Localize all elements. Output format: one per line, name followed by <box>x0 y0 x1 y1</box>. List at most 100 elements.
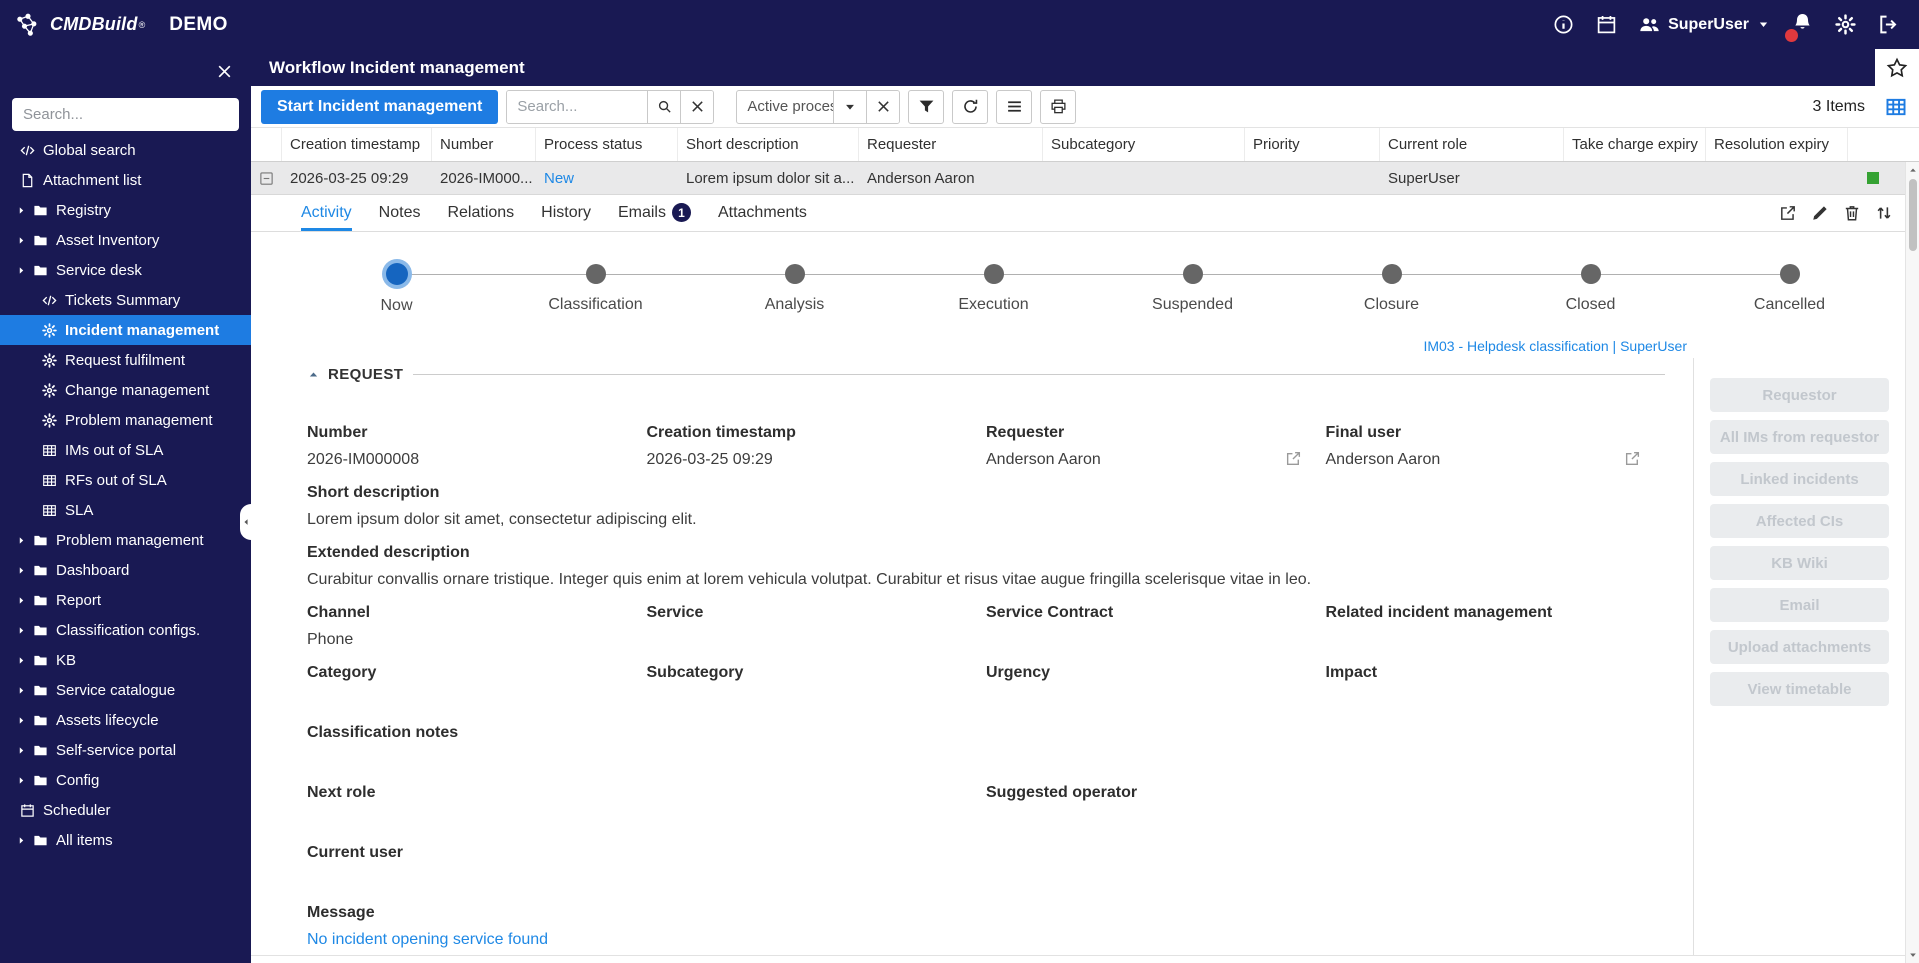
sidebar-item-label: Classification configs. <box>56 621 201 639</box>
gear-icon[interactable] <box>1835 14 1856 35</box>
column-header-resolution-expiry[interactable]: Resolution expiry <box>1706 128 1848 161</box>
side-action-kb-wiki[interactable]: KB Wiki <box>1710 546 1889 580</box>
sidebar-item-attachment-list[interactable]: Attachment list <box>0 165 251 195</box>
sidebar-item-ims-out-of-sla[interactable]: IMs out of SLA <box>0 435 251 465</box>
column-header-priority[interactable]: Priority <box>1245 128 1380 161</box>
tab-emails[interactable]: Emails 1 <box>618 195 691 231</box>
calendar-icon[interactable] <box>1596 14 1617 35</box>
logout-icon[interactable] <box>1878 14 1899 35</box>
sidebar-item-report[interactable]: Report <box>0 585 251 615</box>
field-value-text[interactable]: No incident opening service found <box>307 930 548 949</box>
side-action-all-ims-from-requestor[interactable]: All IMs from requestor <box>1710 420 1889 454</box>
scrollbar-thumb[interactable] <box>1908 179 1917 251</box>
sidebar-item-request-fulfilment[interactable]: Request fulfilment <box>0 345 251 375</box>
list-view-button[interactable] <box>996 89 1033 124</box>
sidebar-close-icon[interactable] <box>216 63 233 80</box>
sidebar-item-all-items[interactable]: All items <box>0 825 251 855</box>
sidebar-item-asset-inventory[interactable]: Asset Inventory <box>0 225 251 255</box>
table-row[interactable]: 2026-03-25 09:29 2026-IM000... New Lorem ip… <box>251 162 1905 195</box>
sort-icon[interactable] <box>1875 204 1893 222</box>
sidebar-item-rfs-out-of-sla[interactable]: RFs out of SLA <box>0 465 251 495</box>
sidebar-item-incident-management[interactable]: Incident management <box>0 315 251 345</box>
clear-search-button[interactable] <box>680 90 714 123</box>
sidebar-item-service-catalogue[interactable]: Service catalogue <box>0 675 251 705</box>
side-action-upload-attachments[interactable]: Upload attachments <box>1710 630 1889 664</box>
sidebar-item-classification-configs[interactable]: Classification configs. <box>0 615 251 645</box>
field-value: 2026-03-25 09:29 <box>647 450 963 469</box>
search-button[interactable] <box>647 90 681 123</box>
tab-notes[interactable]: Notes <box>379 195 421 231</box>
start-incident-button[interactable]: Start Incident management <box>261 89 499 124</box>
notifications-button[interactable] <box>1785 12 1813 42</box>
step-closure: Closure <box>1292 250 1491 322</box>
field-classification-notes: Classification notes <box>307 723 1665 769</box>
field-extended-description: Extended description Curabitur convallis … <box>307 543 1665 589</box>
sidebar-item-tickets-summary[interactable]: Tickets Summary <box>0 285 251 315</box>
field-creation-timestamp: Creation timestamp 2026-03-25 09:29 <box>647 423 987 469</box>
step-cancelled: Cancelled <box>1690 250 1889 322</box>
sidebar-item-change-management[interactable]: Change management <box>0 375 251 405</box>
process-filter-value[interactable]: Active processes <box>737 91 833 123</box>
column-header-number[interactable]: Number <box>432 128 536 161</box>
scroll-up-icon[interactable] <box>1908 165 1918 175</box>
sidebar-item-self-service-portal[interactable]: Self-service portal <box>0 735 251 765</box>
filter-button[interactable] <box>908 89 945 124</box>
grid-icon[interactable] <box>1885 96 1907 118</box>
tab-activity[interactable]: Activity <box>301 195 352 231</box>
column-header-short-description[interactable]: Short description <box>678 128 859 161</box>
column-header-process-status[interactable]: Process status <box>536 128 678 161</box>
sidebar-item-problem-management[interactable]: Problem management <box>0 405 251 435</box>
edit-icon[interactable] <box>1811 204 1829 222</box>
info-icon[interactable] <box>1553 14 1574 35</box>
sidebar-item-label: Problem management <box>56 531 204 549</box>
detail-scrollbar[interactable] <box>1905 162 1919 963</box>
users-icon <box>1639 14 1660 35</box>
refresh-button[interactable] <box>952 89 989 124</box>
tab-attachments[interactable]: Attachments <box>718 195 807 231</box>
sidebar-item-registry[interactable]: Registry <box>0 195 251 225</box>
grid-search-input[interactable] <box>507 90 648 123</box>
request-section-header[interactable]: REQUEST <box>307 366 1665 383</box>
external-link-icon[interactable] <box>1624 450 1641 467</box>
favorite-button[interactable] <box>1875 49 1919 86</box>
sidebar-collapse-handle[interactable] <box>240 504 251 540</box>
sidebar-item-service-desk[interactable]: Service desk <box>0 255 251 285</box>
side-action-requestor[interactable]: Requestor <box>1710 378 1889 412</box>
sidebar-item-scheduler[interactable]: Scheduler <box>0 795 251 825</box>
field-requester: Requester Anderson Aaron <box>986 423 1326 469</box>
column-header-creation-timestamp[interactable]: Creation timestamp <box>282 128 432 161</box>
field-value-text: Phone <box>307 631 354 648</box>
grid-header-collapse-cell <box>251 128 282 161</box>
side-action-view-timetable[interactable]: View timetable <box>1710 672 1889 706</box>
column-header-take-charge-expiry[interactable]: Take charge expiry <box>1564 128 1706 161</box>
process-context-link[interactable]: IM03 - Helpdesk classification | SuperUs… <box>1423 338 1687 354</box>
sidebar-item-kb[interactable]: KB <box>0 645 251 675</box>
sidebar-item-sla[interactable]: SLA <box>0 495 251 525</box>
sidebar-item-problem-management[interactable]: Problem management <box>0 525 251 555</box>
column-header-requester[interactable]: Requester <box>859 128 1043 161</box>
sidebar-item-config[interactable]: Config <box>0 765 251 795</box>
field-label: Next role <box>307 784 376 801</box>
open-external-icon[interactable] <box>1779 204 1797 222</box>
scroll-down-icon[interactable] <box>1908 950 1918 960</box>
sidebar-item-assets-lifecycle[interactable]: Assets lifecycle <box>0 705 251 735</box>
clear-process-filter-button[interactable] <box>866 90 900 123</box>
external-link-icon[interactable] <box>1285 450 1302 467</box>
sidebar-item-global-search[interactable]: Global search <box>0 135 251 165</box>
row-collapse-button[interactable] <box>251 162 282 194</box>
side-action-linked-incidents[interactable]: Linked incidents <box>1710 462 1889 496</box>
process-filter-dropdown-button[interactable] <box>833 90 867 123</box>
print-button[interactable] <box>1040 89 1077 124</box>
sidebar-search-input[interactable] <box>12 98 239 131</box>
user-menu[interactable]: SuperUser <box>1639 14 1770 35</box>
table-icon <box>42 443 57 458</box>
column-header-current-role[interactable]: Current role <box>1380 128 1564 161</box>
side-action-affected-cis[interactable]: Affected CIs <box>1710 504 1889 538</box>
field-value-text: Anderson Aaron <box>986 451 1101 468</box>
tab-relations[interactable]: Relations <box>447 195 514 231</box>
delete-icon[interactable] <box>1843 204 1861 222</box>
sidebar-item-dashboard[interactable]: Dashboard <box>0 555 251 585</box>
column-header-subcategory[interactable]: Subcategory <box>1043 128 1245 161</box>
side-action-email[interactable]: Email <box>1710 588 1889 622</box>
tab-history[interactable]: History <box>541 195 591 231</box>
